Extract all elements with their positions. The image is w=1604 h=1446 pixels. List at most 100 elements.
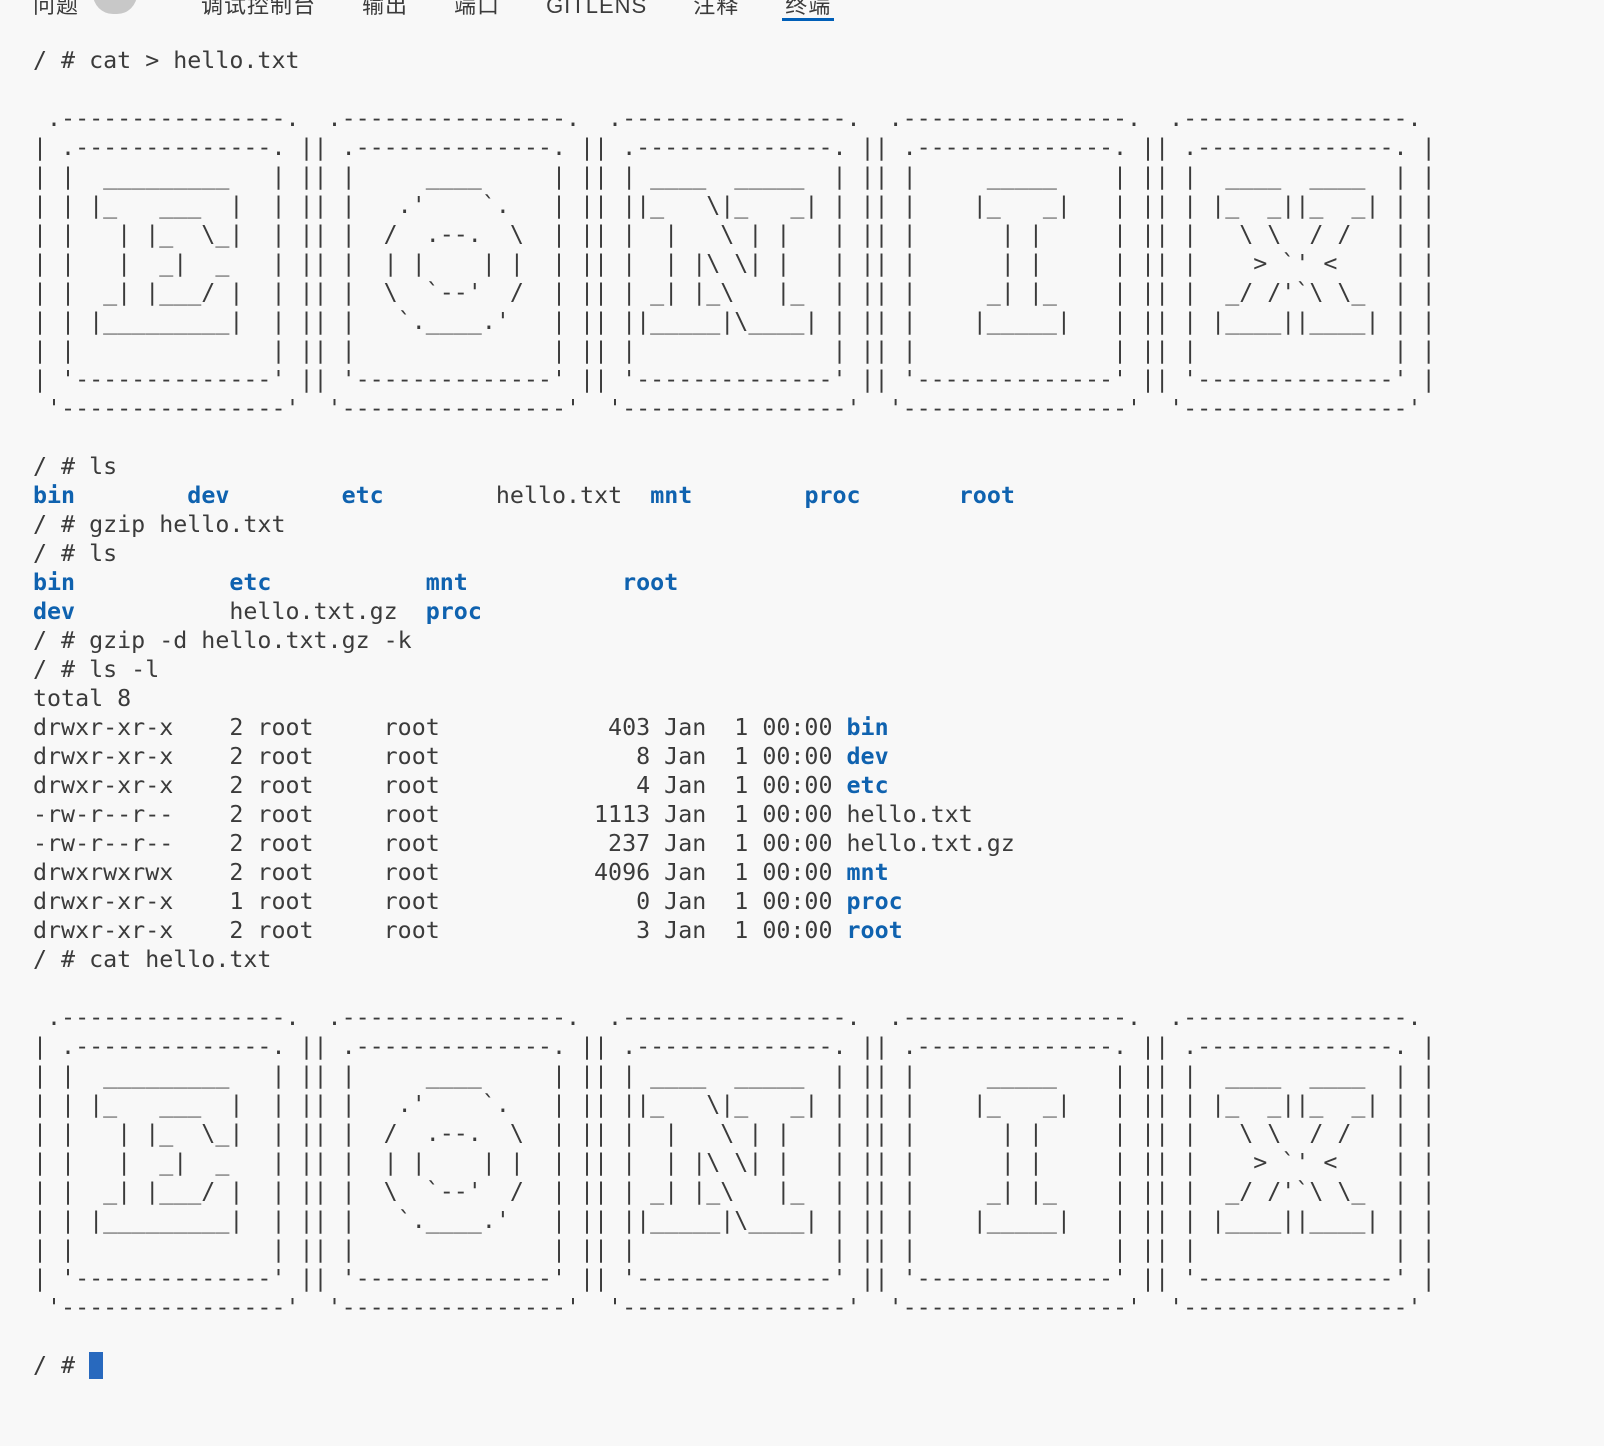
terminal-line: '----------------' '----------------' '-… (33, 394, 1604, 423)
terminal-line: | | |_ ___ | | || | .' `. | || ||_ \|_ _… (33, 191, 1604, 220)
terminal-text: | | |_ ___ | | || | .' `. | || ||_ \|_ _… (33, 1091, 1436, 1118)
terminal-line: | .--------------. || .--------------. |… (33, 133, 1604, 162)
terminal-text: | | | |_ \_| | || | / .--. \ | || | | \ … (33, 221, 1436, 248)
tab-comments[interactable]: 注释 (693, 0, 739, 28)
terminal-text: | | | _| _ | || | | | | | | || | | |\ \|… (33, 250, 1436, 277)
terminal-text: | | _________ | || | ____ | || | ____ __… (33, 163, 1436, 190)
terminal-line: | | | _| _ | || | | | | | | || | | |\ \|… (33, 249, 1604, 278)
problems-count-badge: 31 (93, 0, 137, 14)
terminal-text (384, 482, 496, 509)
terminal-text: | | | |_ \_| | || | / .--. \ | || | | \ … (33, 1120, 1436, 1147)
terminal-text: drwxr-xr-x 2 root root 3 Jan 1 00:00 (33, 917, 847, 944)
directory-name: proc (847, 888, 903, 915)
terminal-text (229, 482, 341, 509)
terminal-line: / # cat hello.txt (33, 945, 1604, 974)
directory-name: bin (33, 569, 75, 596)
tab-label-terminal: 终端 (785, 0, 831, 20)
terminal-text: | .--------------. || .--------------. |… (33, 1033, 1436, 1060)
directory-name: root (847, 917, 903, 944)
terminal-text: | | |_________| | || | `.____.' | || ||_… (33, 308, 1436, 335)
terminal-line: | | _________ | || | ____ | || | ____ __… (33, 1061, 1604, 1090)
terminal-output[interactable]: / # cat > hello.txt .----------------. .… (0, 28, 1604, 1380)
terminal-line: | | | || | | || | | || | | || | | | (33, 1235, 1604, 1264)
directory-name: proc (804, 482, 860, 509)
terminal-line: / # ls (33, 539, 1604, 568)
terminal-text (861, 482, 959, 509)
tab-debug-console[interactable]: 调试控制台 (201, 0, 316, 28)
terminal-text (75, 569, 229, 596)
directory-name: etc (342, 482, 384, 509)
tab-terminal[interactable]: 终端 (785, 0, 831, 28)
tab-problems[interactable]: 问题 31 (33, 0, 155, 28)
terminal-text (468, 569, 622, 596)
terminal-line: total 8 (33, 684, 1604, 713)
terminal-line: bin etc mnt root (33, 568, 1604, 597)
tab-label-output: 输出 (362, 0, 408, 20)
terminal-text: -rw-r--r-- 2 root root 237 Jan 1 00:00 h… (33, 830, 1015, 857)
directory-name: root (959, 482, 1015, 509)
terminal-text: / # ls (33, 540, 117, 567)
tab-output[interactable]: 输出 (362, 0, 408, 28)
directory-name: mnt (426, 569, 468, 596)
panel-tab-bar: 问题 31 调试控制台 输出 端口 GITLENS 注释 终端 (0, 0, 1604, 28)
terminal-line: | | | |_ \_| | || | / .--. \ | || | | \ … (33, 1119, 1604, 1148)
terminal-text: | .--------------. || .--------------. |… (33, 134, 1436, 161)
terminal-text: | | |_ ___ | | || | .' `. | || ||_ \|_ _… (33, 192, 1436, 219)
terminal-text: .----------------. .----------------. .-… (33, 105, 1436, 132)
terminal-text (271, 569, 425, 596)
terminal-line: / # cat > hello.txt (33, 46, 1604, 75)
terminal-line: | | _________ | || | ____ | || | ____ __… (33, 162, 1604, 191)
terminal-line: | | _| |___/ | | || | \ `--' / | || | _|… (33, 278, 1604, 307)
terminal-line: | '--------------' || '--------------' |… (33, 1264, 1604, 1293)
terminal-line: | | |_________| | || | `.____.' | || ||_… (33, 307, 1604, 336)
terminal-text: '----------------' '----------------' '-… (33, 1294, 1436, 1321)
terminal-line: drwxr-xr-x 1 root root 0 Jan 1 00:00 pro… (33, 887, 1604, 916)
terminal-text: / # (33, 1352, 89, 1379)
terminal-line: drwxr-xr-x 2 root root 4 Jan 1 00:00 etc (33, 771, 1604, 800)
terminal-line: drwxr-xr-x 2 root root 403 Jan 1 00:00 b… (33, 713, 1604, 742)
terminal-text: drwxr-xr-x 2 root root 403 Jan 1 00:00 (33, 714, 847, 741)
terminal-line: / # gzip hello.txt (33, 510, 1604, 539)
terminal-line: | '--------------' || '--------------' |… (33, 365, 1604, 394)
tab-ports[interactable]: 端口 (454, 0, 500, 28)
terminal-text: total 8 (33, 685, 131, 712)
terminal-line: | | | || | | || | | || | | || | | | (33, 336, 1604, 365)
directory-name: bin (33, 482, 75, 509)
terminal-line (33, 423, 1604, 452)
terminal-text: / # ls -l (33, 656, 159, 683)
terminal-text: / # ls (33, 453, 117, 480)
terminal-line: | | | _| _ | || | | | | | | || | | |\ \|… (33, 1148, 1604, 1177)
tab-label-comments: 注释 (693, 0, 739, 20)
directory-name: bin (847, 714, 889, 741)
terminal-text: hello.txt.gz (229, 598, 425, 625)
terminal-line: '----------------' '----------------' '-… (33, 1293, 1604, 1322)
terminal-line (33, 75, 1604, 104)
terminal-text (75, 598, 229, 625)
terminal-line: .----------------. .----------------. .-… (33, 1003, 1604, 1032)
terminal-text: drwxrwxrwx 2 root root 4096 Jan 1 00:00 (33, 859, 847, 886)
terminal-line: drwxrwxrwx 2 root root 4096 Jan 1 00:00 … (33, 858, 1604, 887)
terminal-line: -rw-r--r-- 2 root root 1113 Jan 1 00:00 … (33, 800, 1604, 829)
tab-label-problems: 问题 (33, 0, 79, 20)
terminal-text: / # gzip -d hello.txt.gz -k (33, 627, 412, 654)
directory-name: etc (847, 772, 889, 799)
terminal-text (692, 482, 804, 509)
terminal-line: / # ls (33, 452, 1604, 481)
terminal-text: .----------------. .----------------. .-… (33, 1004, 1436, 1031)
terminal-line: / # ls -l (33, 655, 1604, 684)
terminal-text: | | _| |___/ | | || | \ `--' / | || | _|… (33, 279, 1436, 306)
tab-gitlens[interactable]: GITLENS (546, 0, 647, 28)
terminal-line: / # gzip -d hello.txt.gz -k (33, 626, 1604, 655)
tab-label-debug-console: 调试控制台 (201, 0, 316, 20)
terminal-text: | '--------------' || '--------------' |… (33, 1265, 1436, 1292)
terminal-text: '----------------' '----------------' '-… (33, 395, 1436, 422)
terminal-line: | | | |_ \_| | || | / .--. \ | || | | \ … (33, 220, 1604, 249)
directory-name: mnt (847, 859, 889, 886)
terminal-text: | '--------------' || '--------------' |… (33, 366, 1436, 393)
terminal-line (33, 974, 1604, 1003)
directory-name: root (622, 569, 678, 596)
terminal-line: | | |_ ___ | | || | .' `. | || ||_ \|_ _… (33, 1090, 1604, 1119)
terminal-line: bin dev etc hello.txt mnt proc root (33, 481, 1604, 510)
terminal-text: -rw-r--r-- 2 root root 1113 Jan 1 00:00 … (33, 801, 973, 828)
terminal-line: drwxr-xr-x 2 root root 3 Jan 1 00:00 roo… (33, 916, 1604, 945)
